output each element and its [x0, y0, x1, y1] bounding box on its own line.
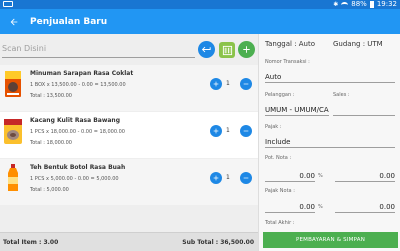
item-total: Total : 13,500.00	[30, 93, 72, 99]
screen: ✱ 88% 19:32 Penjualan Baru Scan Disini M…	[0, 0, 400, 251]
bluetooth-icon: ✱	[333, 1, 339, 8]
item-name: Minuman Sarapan Rasa Coklat	[30, 70, 134, 77]
scan-input[interactable]	[2, 40, 195, 58]
pay-and-save-button[interactable]: PEMBAYARAN & SIMPAN	[263, 232, 398, 248]
wifi-icon	[341, 1, 349, 8]
product-chocolate-drink-image	[5, 71, 21, 97]
qty-increase-button[interactable]	[210, 125, 222, 137]
qty-increase-button[interactable]	[210, 78, 222, 90]
barcode-icon	[222, 45, 232, 55]
list-item[interactable]: Teh Bentuk Botol Rasa Buah 1 PCS x 5,000…	[0, 159, 258, 205]
invoice-discount-percent-field[interactable]: 0.00	[265, 171, 315, 182]
product-tea-bottle-image	[8, 164, 18, 191]
item-quantity: 1	[226, 174, 230, 181]
scan-enter-button[interactable]	[198, 41, 215, 58]
percent-sign: %	[318, 204, 323, 210]
invoice-tax-percent-field[interactable]: 0.00	[265, 202, 315, 213]
item-total: Total : 5,000.00	[30, 187, 69, 193]
warehouse-label: Gudang : UTM	[333, 40, 383, 48]
item-name: Teh Bentuk Botol Rasa Buah	[30, 164, 126, 171]
grand-total-label: Total Akhir :	[265, 220, 295, 226]
minus-icon	[243, 83, 249, 85]
add-item-button[interactable]	[238, 41, 255, 58]
plus-icon	[213, 81, 219, 87]
transaction-number-label: Nomor Transaksi :	[265, 59, 310, 65]
date-label: Tanggal : Auto	[265, 40, 316, 48]
percent-sign: %	[318, 173, 323, 179]
scan-row	[0, 37, 258, 63]
transaction-pane: Tanggal : Auto Gudang : UTM Nomor Transa…	[258, 34, 400, 251]
plus-icon	[243, 46, 250, 53]
sales-label: Sales :	[333, 92, 350, 98]
sales-field[interactable]	[333, 105, 395, 116]
qty-decrease-button[interactable]	[240, 78, 252, 90]
clock: 19:32	[376, 0, 397, 8]
back-button[interactable]	[0, 9, 28, 34]
item-quantity: 1	[226, 80, 230, 87]
invoice-discount-label: Pot. Nota :	[265, 155, 292, 161]
item-detail: 1 BOX x 13,500.00 - 0.00 = 13,500.00	[30, 82, 126, 88]
item-quantity: 1	[226, 127, 230, 134]
item-list: Minuman Sarapan Rasa Coklat 1 BOX x 13,5…	[0, 65, 258, 206]
minus-icon	[243, 130, 249, 132]
cart-footer: Total Item : 3.00 Sub Total : 36,500.00	[0, 232, 258, 251]
page-title: Penjualan Baru	[30, 16, 108, 27]
app-bar: Penjualan Baru	[0, 9, 400, 34]
product-peanut-pack-image	[4, 119, 22, 144]
customer-field[interactable]: UMUM - UMUM/CA	[265, 105, 329, 116]
tax-label: Pajak :	[265, 124, 282, 130]
list-item[interactable]: Minuman Sarapan Rasa Coklat 1 BOX x 13,5…	[0, 65, 258, 111]
status-bar: ✱ 88% 19:32	[0, 0, 400, 9]
qty-decrease-button[interactable]	[240, 172, 252, 184]
plus-icon	[213, 128, 219, 134]
item-detail: 1 PCS x 5,000.00 - 0.00 = 5,000.00	[30, 176, 119, 182]
item-name: Kacang Kulit Rasa Bawang	[30, 117, 121, 124]
list-item[interactable]: Kacang Kulit Rasa Bawang 1 PCS x 18,000.…	[0, 112, 258, 158]
battery-percent: 88%	[351, 0, 367, 8]
item-total: Total : 18,000.00	[30, 140, 72, 146]
barcode-button[interactable]	[219, 42, 235, 58]
qty-decrease-button[interactable]	[240, 125, 252, 137]
item-detail: 1 PCS x 18,000.00 - 0.00 = 18,000.00	[30, 129, 125, 135]
sub-total: Sub Total : 36,500.00	[182, 239, 254, 246]
minus-icon	[243, 177, 249, 179]
plus-icon	[213, 175, 219, 181]
notification-icon	[3, 1, 13, 7]
transaction-number-field[interactable]: Auto	[265, 72, 395, 83]
total-item: Total Item : 3.00	[3, 239, 59, 246]
tax-select[interactable]: Include	[265, 137, 395, 148]
arrow-left-icon	[10, 18, 18, 25]
customer-label: Pelanggan :	[265, 92, 295, 98]
qty-increase-button[interactable]	[210, 172, 222, 184]
enter-arrow-icon	[201, 46, 211, 53]
invoice-tax-label: Pajak Nota :	[265, 188, 295, 194]
invoice-discount-amount-field[interactable]: 0.00	[335, 171, 395, 182]
battery-icon	[369, 1, 374, 8]
invoice-tax-amount-field[interactable]: 0.00	[335, 202, 395, 213]
cart-pane: Minuman Sarapan Rasa Coklat 1 BOX x 13,5…	[0, 34, 258, 232]
status-icons: ✱ 88% 19:32	[333, 0, 397, 9]
